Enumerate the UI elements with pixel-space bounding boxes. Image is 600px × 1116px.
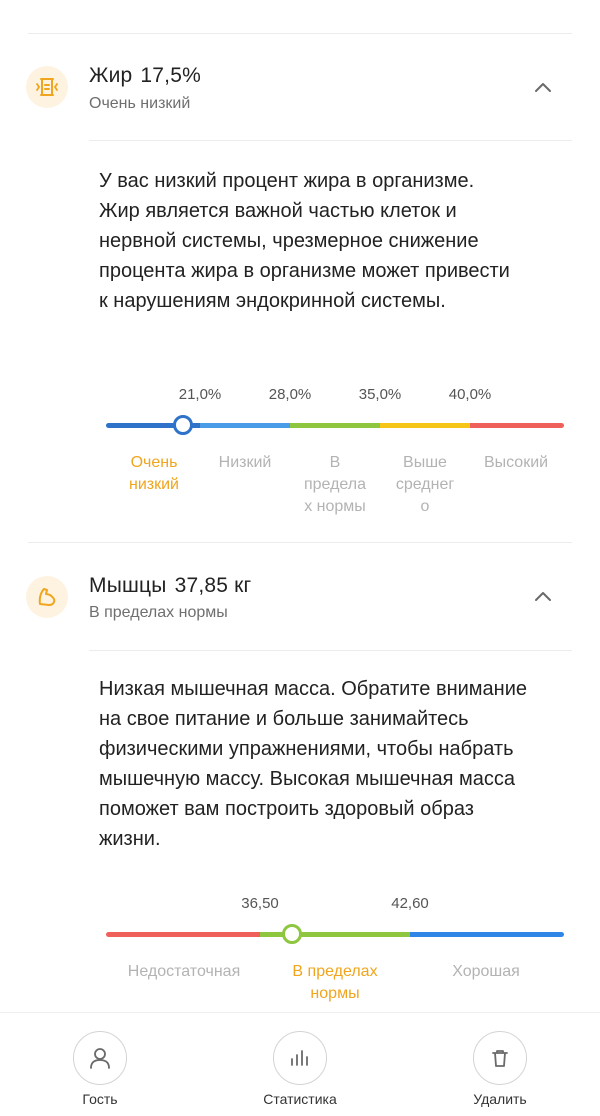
fat-bar-segment: [470, 423, 564, 428]
fat-bar-segment: [290, 423, 380, 428]
muscle-value: 37,85 кг: [174, 574, 252, 597]
muscle-description-line: поможет вам построить здоровый образ: [99, 798, 474, 820]
fat-zone-label: Выше среднег о: [395, 454, 455, 515]
muscle-zone-label: Недостаточная: [127, 963, 241, 980]
fat-description: У вас низкий процент жира в организме. Ж…: [99, 166, 510, 316]
muscle-title: Мышцы 37,85 кг: [89, 574, 251, 598]
muscle-bar-segment: [410, 932, 564, 937]
muscle-description-line: жизни.: [99, 828, 161, 850]
fat-tick-label: 28,0%: [268, 386, 312, 403]
muscle-value-marker: [282, 924, 302, 944]
statistics-button[interactable]: [273, 1031, 327, 1085]
fat-description-line: процента жира в организме может привести: [99, 260, 510, 282]
fat-title: Жир 17,5%: [89, 64, 201, 88]
muscle-description-line: мышечную массу. Высокая мышечная масса: [99, 768, 515, 790]
fat-bar-segment: [200, 423, 290, 428]
muscle-description: Низкая мышечная масса. Обратите внимание…: [99, 674, 527, 854]
fat-tick-label: 21,0%: [178, 386, 222, 403]
muscle-description-line: на свое питание и больше занимайтесь: [99, 708, 469, 730]
statistics-label: Статистика: [263, 1091, 337, 1107]
muscle-bar-segment: [106, 932, 260, 937]
fat-description-line: к нарушениям эндокринной системы.: [99, 290, 446, 312]
fat-status: Очень низкий: [89, 95, 191, 112]
delete-button[interactable]: [473, 1031, 527, 1085]
muscle-description-line: Низкая мышечная масса. Обратите внимание: [99, 678, 528, 700]
section-divider: [28, 542, 572, 543]
trash-icon: [492, 1050, 508, 1067]
delete-label: Удалить: [473, 1091, 527, 1107]
fat-collapse-chevron-icon[interactable]: [531, 76, 555, 100]
fat-description-line: У вас низкий процент жира в организме.: [99, 170, 475, 192]
muscle-zone-label: В пределах нормы: [292, 963, 378, 1002]
fat-zone-label: Высокий: [483, 454, 549, 471]
guest-label: Гость: [82, 1091, 118, 1107]
fat-value-marker: [173, 415, 193, 435]
fat-zone-label: Впредела х нормы: [303, 454, 367, 515]
muscle-collapse-chevron-icon[interactable]: [531, 585, 555, 609]
fat-bar-segment: [380, 423, 470, 428]
muscle-header-divider: [89, 650, 572, 651]
body-composition-screen: Жир 17,5% Очень низкий У вас низкий проце…: [0, 0, 600, 1116]
muscle-arm-icon: [26, 576, 68, 618]
fat-description-line: нервной системы, чрезмерное снижение: [99, 230, 479, 252]
fat-title-label: Жир: [89, 64, 133, 87]
bottom-action-bar: Гость Статистика Удалить: [0, 1012, 600, 1116]
person-icon: [90, 1048, 110, 1069]
bar-chart-icon: [291, 1050, 308, 1066]
fat-value: 17,5%: [140, 64, 201, 87]
fat-tick-label: 40,0%: [448, 386, 492, 403]
fat-tick-label: 35,0%: [358, 386, 402, 403]
muscle-description-line: физическими упражнениями, чтобы набрать: [99, 738, 514, 760]
muscle-title-label: Мышцы: [89, 574, 167, 597]
fat-description-line: Жир является важной частью клеток и: [99, 200, 457, 222]
muscle-status: В пределах нормы: [89, 604, 228, 621]
fat-header-divider: [89, 140, 572, 141]
fat-zone-label: Очень низкий: [129, 454, 179, 493]
top-divider: [28, 33, 572, 34]
muscle-tick-label: 42,60: [391, 895, 429, 912]
guest-button[interactable]: [73, 1031, 127, 1085]
fat-zone-label: Низкий: [218, 454, 272, 471]
fat-icon: [26, 66, 68, 108]
muscle-zone-label: Хорошая: [452, 963, 520, 980]
muscle-tick-label: 36,50: [241, 895, 279, 912]
